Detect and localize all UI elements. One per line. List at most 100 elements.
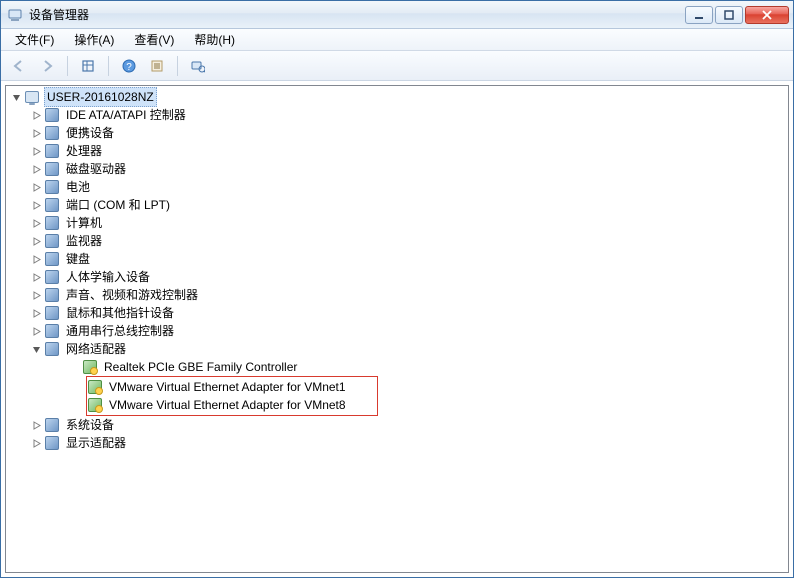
tree-device-node[interactable]: VMware Virtual Ethernet Adapter for VMne… bbox=[87, 396, 377, 414]
tree-device-label: VMware Virtual Ethernet Adapter for VMne… bbox=[107, 396, 348, 414]
tree-device-label: VMware Virtual Ethernet Adapter for VMne… bbox=[107, 378, 348, 396]
expand-icon[interactable] bbox=[30, 307, 42, 319]
expand-icon[interactable] bbox=[30, 127, 42, 139]
device-category-icon bbox=[44, 251, 60, 267]
tree-category-label: 磁盘驱动器 bbox=[64, 160, 128, 178]
scan-button[interactable] bbox=[186, 55, 210, 77]
tree-category-node[interactable]: 端口 (COM 和 LPT) bbox=[10, 196, 788, 214]
tree-category-label: 显示适配器 bbox=[64, 434, 128, 452]
device-category-icon bbox=[44, 197, 60, 213]
tree-category-node[interactable]: 磁盘驱动器 bbox=[10, 160, 788, 178]
expand-icon[interactable] bbox=[30, 217, 42, 229]
tree-category-label: 端口 (COM 和 LPT) bbox=[64, 196, 172, 214]
menubar: 文件(F) 操作(A) 查看(V) 帮助(H) bbox=[1, 29, 793, 51]
device-category-icon bbox=[44, 417, 60, 433]
expand-icon[interactable] bbox=[30, 253, 42, 265]
device-category-icon bbox=[44, 179, 60, 195]
device-tree[interactable]: USER-20161028NZ IDE ATA/ATAPI 控制器便携设备处理器… bbox=[5, 85, 789, 573]
device-category-icon bbox=[44, 287, 60, 303]
toolbar-separator bbox=[67, 56, 68, 76]
tree-category-node[interactable]: 声音、视频和游戏控制器 bbox=[10, 286, 788, 304]
device-category-icon bbox=[44, 435, 60, 451]
expand-icon[interactable] bbox=[30, 289, 42, 301]
tree-category-label: 人体学输入设备 bbox=[64, 268, 152, 286]
maximize-button[interactable] bbox=[715, 6, 743, 24]
device-category-icon bbox=[44, 161, 60, 177]
device-category-icon bbox=[44, 215, 60, 231]
network-adapter-icon bbox=[87, 397, 103, 413]
toolbar: ? bbox=[1, 51, 793, 81]
tree-root-node[interactable]: USER-20161028NZ IDE ATA/ATAPI 控制器便携设备处理器… bbox=[8, 88, 788, 452]
tree-category-label: 电池 bbox=[64, 178, 92, 196]
tree-category-label: 通用串行总线控制器 bbox=[64, 322, 176, 340]
tree-category-label: 监视器 bbox=[64, 232, 104, 250]
tree-category-label: 网络适配器 bbox=[64, 340, 128, 358]
expand-icon[interactable] bbox=[30, 271, 42, 283]
tree-category-node[interactable]: 通用串行总线控制器 bbox=[10, 322, 788, 340]
content-area: USER-20161028NZ IDE ATA/ATAPI 控制器便携设备处理器… bbox=[1, 81, 793, 577]
tree-device-node[interactable]: VMware Virtual Ethernet Adapter for VMne… bbox=[87, 378, 377, 396]
device-category-icon bbox=[44, 125, 60, 141]
close-button[interactable] bbox=[745, 6, 789, 24]
expand-icon[interactable] bbox=[30, 181, 42, 193]
expand-icon[interactable] bbox=[30, 325, 42, 337]
tree-category-label: 便携设备 bbox=[64, 124, 116, 142]
tree-category-node[interactable]: 电池 bbox=[10, 178, 788, 196]
help-button[interactable]: ? bbox=[117, 55, 141, 77]
titlebar: 设备管理器 bbox=[1, 1, 793, 29]
tree-category-label: IDE ATA/ATAPI 控制器 bbox=[64, 106, 188, 124]
computer-icon bbox=[24, 89, 40, 105]
tree-category-node[interactable]: 网络适配器Realtek PCIe GBE Family Controller V… bbox=[10, 340, 788, 416]
device-category-icon bbox=[44, 107, 60, 123]
tree-category-node[interactable]: 监视器 bbox=[10, 232, 788, 250]
tree-device-node[interactable]: Realtek PCIe GBE Family Controller bbox=[10, 358, 788, 376]
toolbar-separator bbox=[177, 56, 178, 76]
collapse-icon[interactable] bbox=[10, 91, 22, 103]
tree-category-node[interactable]: 人体学输入设备 bbox=[10, 268, 788, 286]
minimize-button[interactable] bbox=[685, 6, 713, 24]
expand-icon[interactable] bbox=[30, 419, 42, 431]
highlighted-adapters-box: VMware Virtual Ethernet Adapter for VMne… bbox=[86, 376, 378, 416]
back-button[interactable] bbox=[7, 55, 31, 77]
tree-category-label: 系统设备 bbox=[64, 416, 116, 434]
menu-view[interactable]: 查看(V) bbox=[124, 29, 184, 50]
tree-category-node[interactable]: 键盘 bbox=[10, 250, 788, 268]
network-adapter-icon bbox=[87, 379, 103, 395]
tree-category-node[interactable]: 系统设备 bbox=[10, 416, 788, 434]
network-adapter-icon bbox=[82, 359, 98, 375]
device-category-icon bbox=[44, 305, 60, 321]
expand-icon[interactable] bbox=[30, 109, 42, 121]
tree-category-node[interactable]: 处理器 bbox=[10, 142, 788, 160]
svg-text:?: ? bbox=[126, 62, 132, 73]
toolbar-separator bbox=[108, 56, 109, 76]
tree-category-node[interactable]: 显示适配器 bbox=[10, 434, 788, 452]
leaf-spacer bbox=[68, 361, 80, 373]
tree-category-node[interactable]: IDE ATA/ATAPI 控制器 bbox=[10, 106, 788, 124]
device-category-icon bbox=[44, 323, 60, 339]
menu-action[interactable]: 操作(A) bbox=[64, 29, 124, 50]
forward-button[interactable] bbox=[35, 55, 59, 77]
tree-category-label: 声音、视频和游戏控制器 bbox=[64, 286, 200, 304]
tree-category-node[interactable]: 便携设备 bbox=[10, 124, 788, 142]
tree-category-label: 鼠标和其他指针设备 bbox=[64, 304, 176, 322]
tree-root-label: USER-20161028NZ bbox=[44, 87, 157, 107]
window-title: 设备管理器 bbox=[29, 6, 685, 23]
tree-category-node[interactable]: 计算机 bbox=[10, 214, 788, 232]
expand-icon[interactable] bbox=[30, 437, 42, 449]
expand-icon[interactable] bbox=[30, 235, 42, 247]
tree-category-label: 计算机 bbox=[64, 214, 104, 232]
app-icon bbox=[7, 7, 23, 23]
tree-category-label: 键盘 bbox=[64, 250, 92, 268]
device-category-icon bbox=[44, 341, 60, 357]
expand-icon[interactable] bbox=[30, 199, 42, 211]
expand-icon[interactable] bbox=[30, 145, 42, 157]
device-category-icon bbox=[44, 143, 60, 159]
tree-category-node[interactable]: 鼠标和其他指针设备 bbox=[10, 304, 788, 322]
menu-file[interactable]: 文件(F) bbox=[5, 29, 64, 50]
show-hidden-button[interactable] bbox=[76, 55, 100, 77]
window-controls bbox=[685, 6, 789, 24]
menu-help[interactable]: 帮助(H) bbox=[184, 29, 245, 50]
collapse-icon[interactable] bbox=[30, 343, 42, 355]
properties-button[interactable] bbox=[145, 55, 169, 77]
expand-icon[interactable] bbox=[30, 163, 42, 175]
